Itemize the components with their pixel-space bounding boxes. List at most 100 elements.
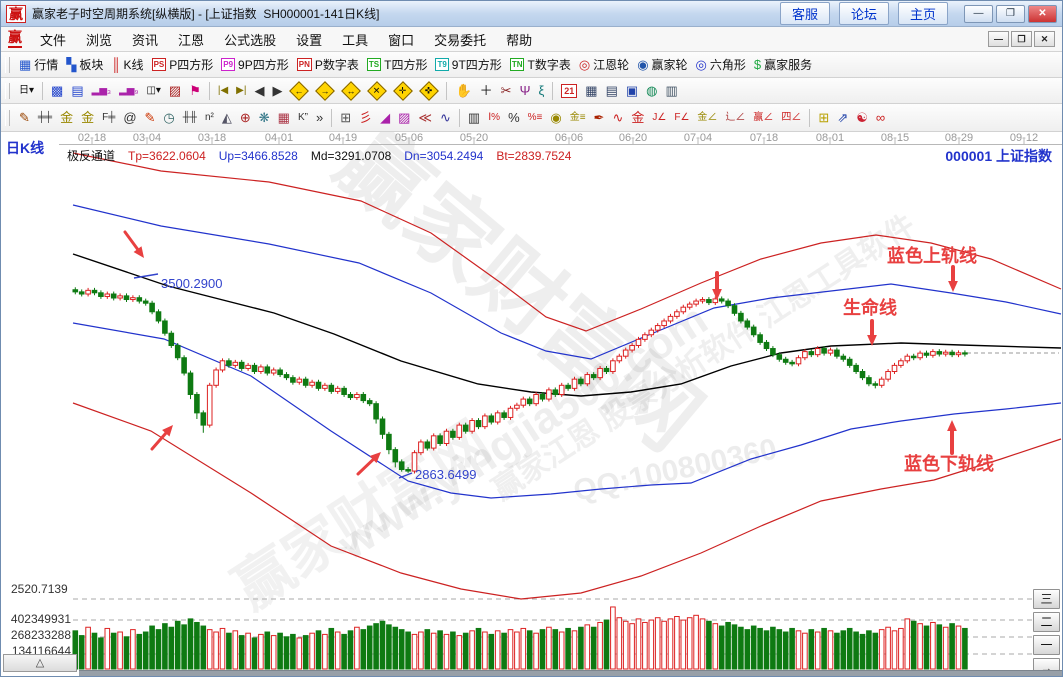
bars-3-button[interactable]: ▂▅₃ [88, 85, 115, 97]
price-scale-tool[interactable]: ▥ [464, 110, 484, 125]
expand-cross-button[interactable]: ✛ [390, 80, 416, 101]
menu-item-0[interactable]: 文件 [30, 28, 76, 51]
arrow-fan-tool[interactable]: ≪ [414, 110, 436, 125]
compass-tool[interactable]: ✎ [141, 110, 160, 125]
gold-ruler-tool[interactable]: 金 [56, 110, 77, 125]
mirror-tool[interactable]: ◭ [218, 110, 236, 125]
pattern-box-button[interactable]: ▨ [165, 83, 185, 98]
bars-9-button[interactable]: ▂▅₉ [115, 85, 142, 97]
net-export-button[interactable]: ◍ [642, 83, 661, 98]
gann-text-button[interactable]: Ψ [516, 83, 535, 98]
shift-left-button[interactable]: ← [286, 80, 312, 101]
speed-angle-tool[interactable]: 辶∠ [721, 112, 749, 124]
gold-ruler2-tool[interactable]: 金 [77, 110, 98, 125]
minimize-button[interactable]: — [964, 4, 993, 23]
grid-highlight-tool[interactable]: ⊞ [814, 110, 833, 125]
pane-one-button[interactable]: 一 [1033, 635, 1060, 655]
menu-item-8[interactable]: 交易委托 [424, 28, 496, 51]
nine-t-square-button[interactable]: T9 9T四方形 [431, 55, 505, 74]
circle-target-tool[interactable]: ⊕ [236, 110, 255, 125]
winner-wheel-button[interactable]: ◉ 赢家轮 [633, 55, 691, 74]
menu-item-7[interactable]: 窗口 [378, 28, 424, 51]
horizontal-scrollbar[interactable] [79, 670, 1062, 676]
prev-kline-button[interactable]: ◀ [250, 83, 268, 98]
menu-item-9[interactable]: 帮助 [496, 28, 542, 51]
yinyang-tool[interactable]: ☯ [852, 110, 872, 125]
forum-button[interactable]: 论坛 [838, 2, 889, 25]
k-quote-tool[interactable]: Κ” [294, 112, 312, 124]
close-button[interactable]: ✕ [1028, 4, 1057, 23]
measure-button[interactable]: ✂ [497, 83, 516, 98]
menu-item-3[interactable]: 江恩 [168, 28, 214, 51]
box-grid-tool[interactable]: ▦ [274, 110, 294, 125]
fractal-button[interactable]: ξ [534, 83, 548, 98]
f-angle-tool[interactable]: F∠ [670, 112, 693, 124]
gold-circle-tool[interactable]: ◉ [546, 110, 565, 125]
grid-fan-tool[interactable]: ▨ [394, 110, 414, 125]
pane-three-button[interactable]: 三 [1033, 589, 1060, 609]
remote-pc-button[interactable]: ▥ [662, 83, 682, 98]
calendar-button[interactable]: 21 [557, 83, 581, 99]
tick-ruler-tool[interactable]: ╫╫ [179, 112, 201, 124]
cycle-clock-tool[interactable]: ◷ [159, 110, 178, 125]
j-angle-tool[interactable]: J∠ [648, 112, 670, 124]
trend-draw-tool[interactable]: ⇗ [833, 110, 852, 125]
menu-item-1[interactable]: 浏览 [76, 28, 122, 51]
gold-red-tool[interactable]: 金 [627, 110, 648, 125]
menu-item-5[interactable]: 设置 [286, 28, 332, 51]
quotes-button[interactable]: ▦ 行情 [15, 55, 62, 74]
gann-wheel-button[interactable]: ◎ 江恩轮 [575, 55, 633, 74]
volume-flag-button[interactable]: ⚑ [185, 83, 205, 98]
time-ruler-tool[interactable]: ╪╪ [34, 112, 56, 124]
spiral-tool[interactable]: @ [119, 110, 140, 125]
winner-service-button[interactable]: $ 赢家服务 [750, 55, 816, 74]
menu-item-6[interactable]: 工具 [332, 28, 378, 51]
full-cross-button[interactable]: ✜ [416, 80, 442, 101]
zoom-region-button[interactable]: ▩ [47, 83, 67, 98]
gold-lines-tool[interactable]: 金≡ [566, 112, 590, 124]
t-square-button[interactable]: TS T四方形 [363, 55, 432, 74]
child-close-button[interactable]: ✕ [1034, 31, 1055, 47]
gold-wave-tool[interactable]: ∿ [608, 110, 627, 125]
candle-style-button[interactable]: ◫▾ [142, 85, 164, 97]
child-restore-button[interactable]: ❐ [1011, 31, 1032, 47]
pencil-ruler-tool[interactable]: ✎ [15, 110, 34, 125]
gann-fan-tool[interactable]: 彡 [355, 110, 376, 125]
wave-tool[interactable]: ∿ [436, 110, 455, 125]
child-minimize-button[interactable]: — [988, 31, 1009, 47]
next-kline-button[interactable]: ▶ [268, 83, 286, 98]
calculator-button[interactable]: ▦ [581, 83, 601, 98]
compress-x-button[interactable]: ✕ [364, 80, 390, 101]
restore-button[interactable]: ❐ [996, 4, 1025, 23]
trade-notes-button[interactable]: ▤ [602, 83, 622, 98]
percent-lines-tool[interactable]: %≡ [524, 112, 547, 124]
sectors-button[interactable]: ▚ 板块 [62, 55, 107, 74]
frame-box-tool[interactable]: ⊞ [336, 110, 355, 125]
crosshair-button[interactable]: ＋ [476, 83, 497, 98]
save-button[interactable]: ▣ [622, 83, 642, 98]
win-angle-tool[interactable]: 赢∠ [749, 112, 777, 124]
p-square-button[interactable]: PS P四方形 [148, 55, 218, 74]
first-kline-button[interactable]: |◀ [214, 85, 232, 97]
last-kline-button[interactable]: ▶| [232, 85, 250, 97]
pane-toggle-button[interactable]: △ [3, 654, 77, 672]
customer-service-button[interactable]: 客服 [779, 2, 830, 25]
chart-area[interactable]: 赢家财富网 赢家财富网 www.yingjia500.com 赢家江恩 股票分析软件 … [1, 132, 1063, 677]
period-selector[interactable]: 日▾ [15, 85, 38, 97]
drag-hand-button[interactable]: ✋ [451, 83, 475, 98]
kline-button[interactable]: ║ K线 [107, 55, 147, 74]
percent-tool[interactable]: % [504, 110, 524, 125]
infinity-tool[interactable]: ∞ [872, 110, 889, 125]
hexagon-button[interactable]: ◎ 六角形 [692, 55, 750, 74]
gold-angle-tool[interactable]: 金∠ [693, 112, 721, 124]
n-square-tool[interactable]: n² [201, 112, 218, 124]
fan-box-tool[interactable]: ◢ [376, 110, 394, 125]
nine-p-square-button[interactable]: P9 9P四方形 [217, 55, 292, 74]
star-grid-tool[interactable]: ❋ [255, 110, 274, 125]
t-number-table-button[interactable]: TN T数字表 [506, 55, 575, 74]
kline-chart-canvas[interactable]: 赢家财富网赢家财富网www.yingjia500.com赢家江恩 股票分析软件 … [1, 132, 1063, 677]
menu-item-2[interactable]: 资讯 [122, 28, 168, 51]
stretch-x-button[interactable]: ↔ [338, 80, 364, 101]
brush-tool[interactable]: ✒ [590, 110, 609, 125]
menu-item-4[interactable]: 公式选股 [214, 28, 286, 51]
